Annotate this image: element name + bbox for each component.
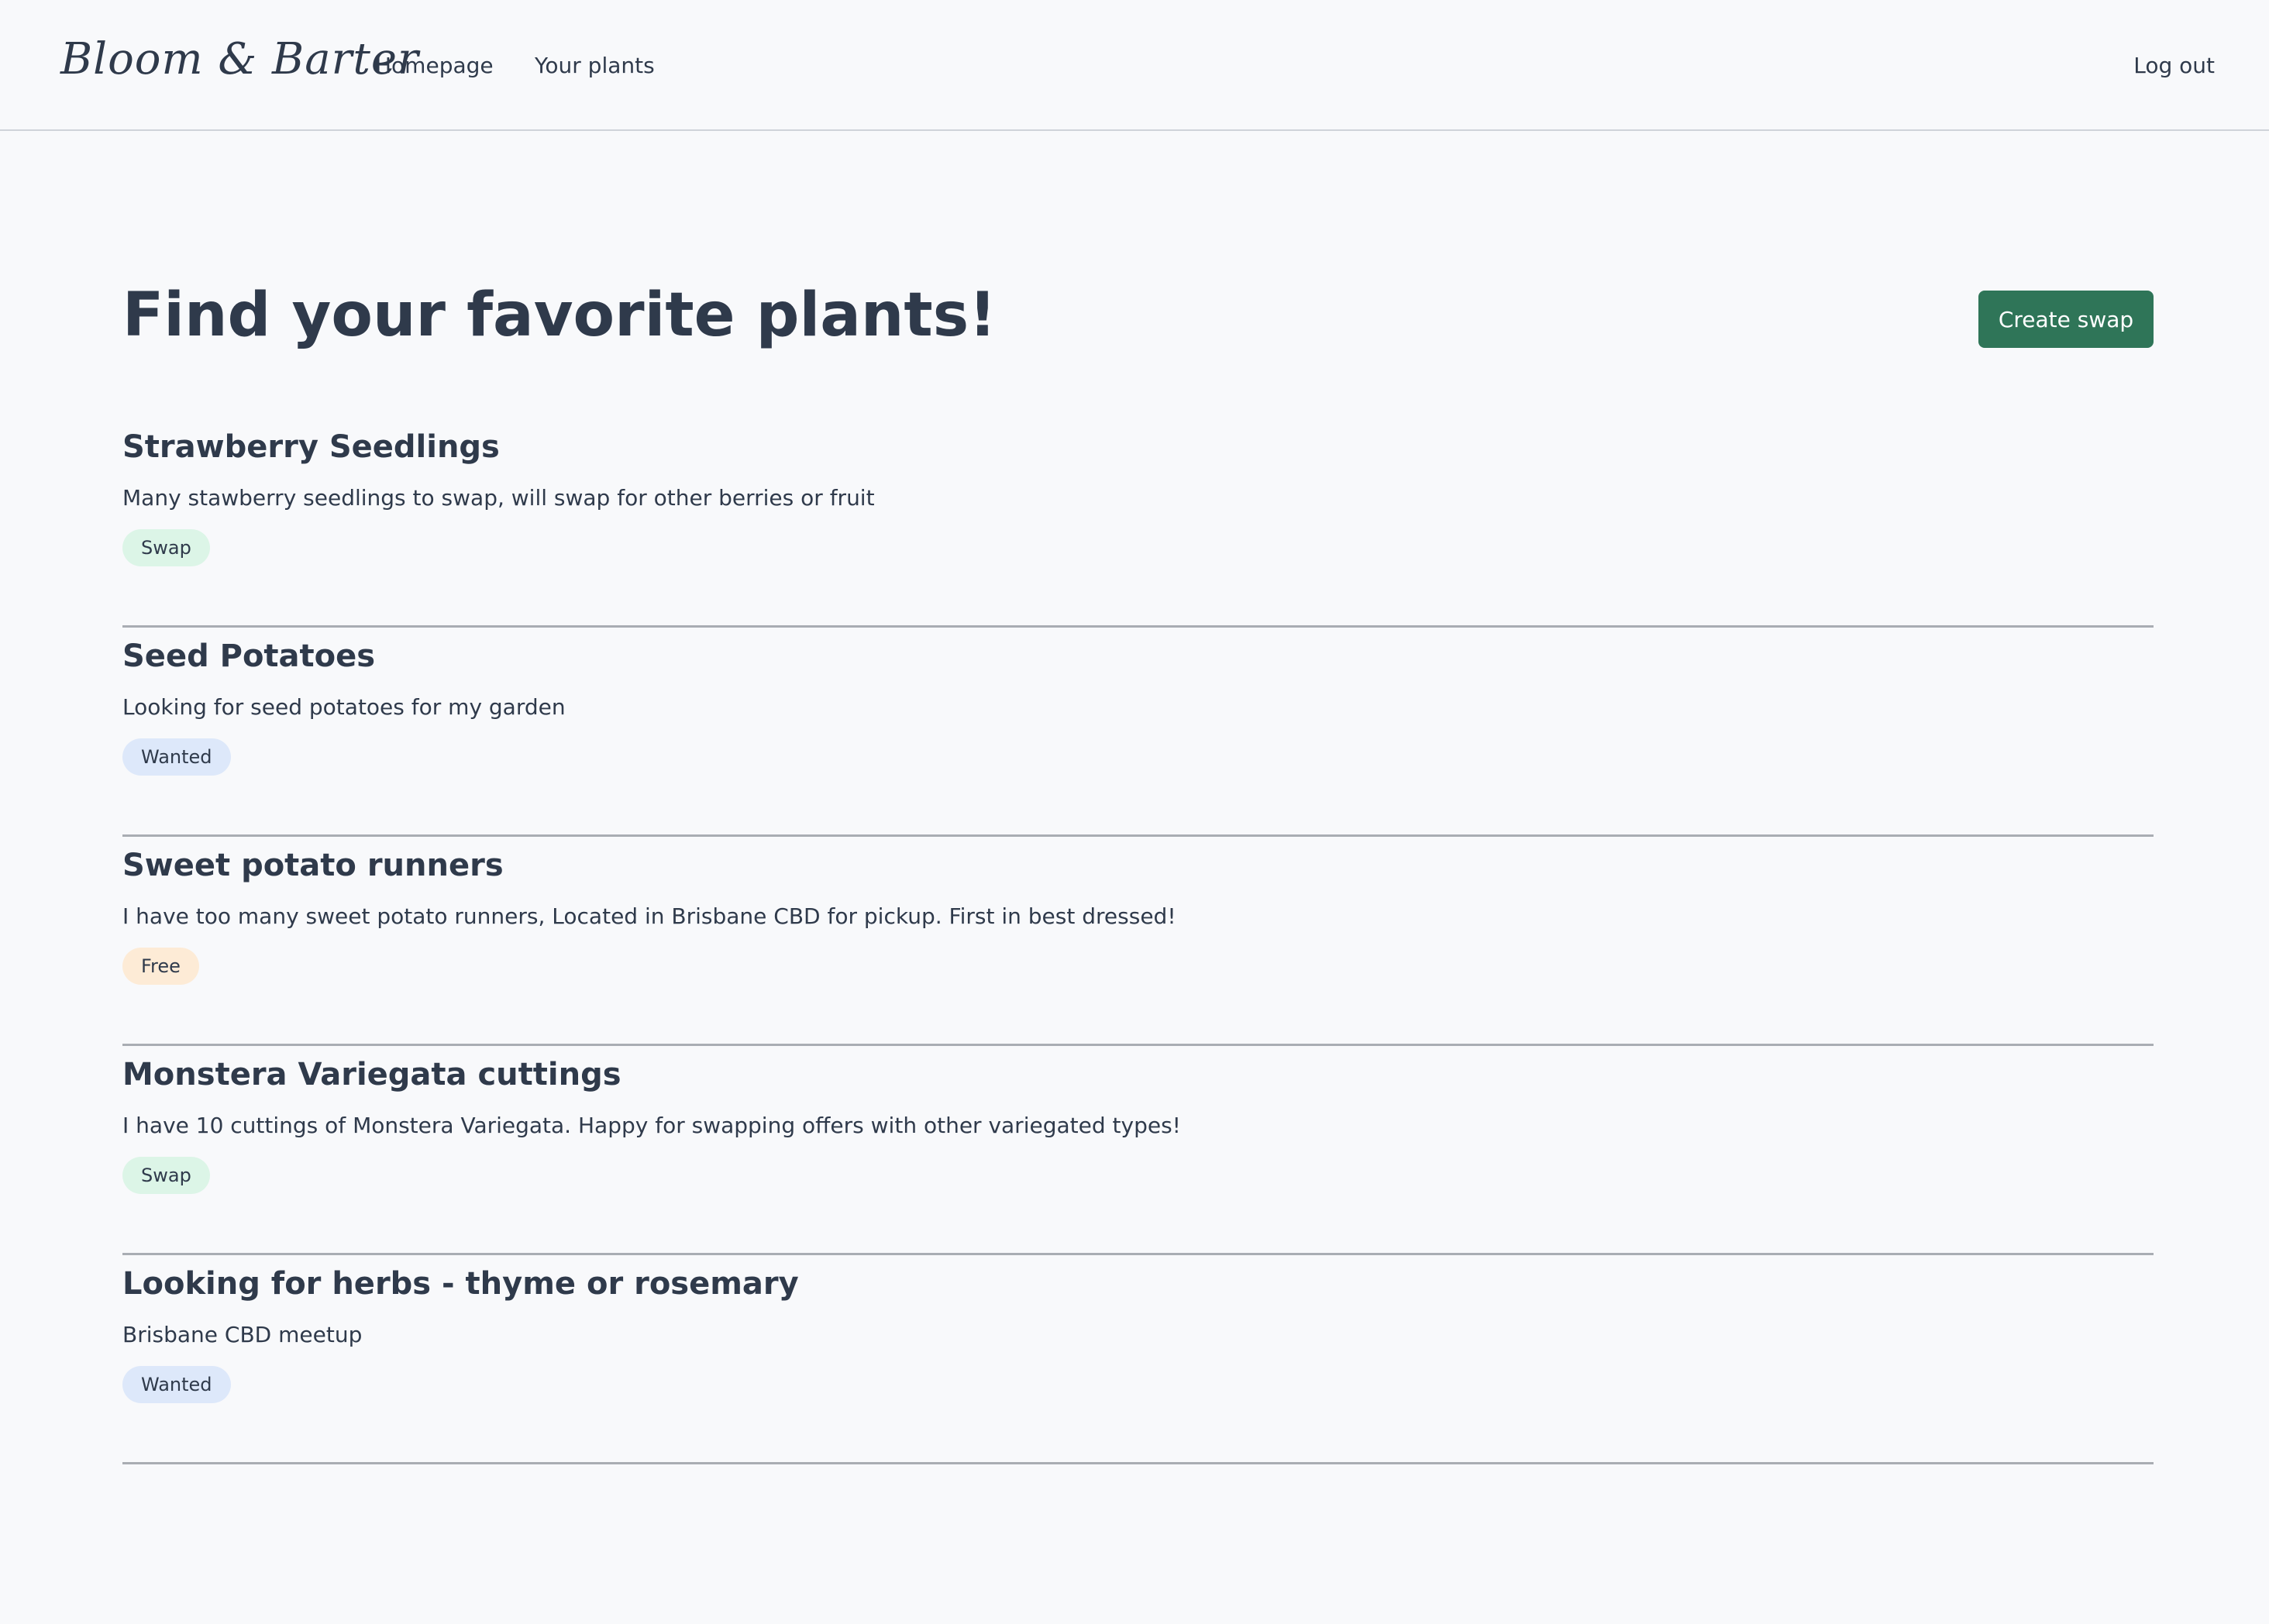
listing-tag-badge: Swap [122, 529, 210, 566]
listing-item[interactable]: Looking for herbs - thyme or rosemary Br… [122, 1255, 2154, 1464]
listing-item[interactable]: Sweet potato runners I have too many swe… [122, 837, 2154, 1046]
page-title: Find your favorite plants! [122, 280, 997, 350]
listing-tag-badge: Wanted [122, 1366, 231, 1403]
top-navbar: Bloom & Barter Homepage Your plants Log … [0, 0, 2269, 131]
listing-title[interactable]: Strawberry Seedlings [122, 429, 500, 465]
listing-tag-badge: Free [122, 948, 199, 985]
listing-description: Brisbane CBD meetup [122, 1322, 363, 1347]
listing-description: I have too many sweet potato runners, Lo… [122, 903, 1176, 929]
nav-homepage-link[interactable]: Homepage [375, 53, 494, 78]
listing-title[interactable]: Looking for herbs - thyme or rosemary [122, 1266, 799, 1302]
nav-your-plants-link[interactable]: Your plants [535, 53, 655, 78]
listing-item[interactable]: Strawberry Seedlings Many stawberry seed… [122, 418, 2154, 628]
listing-description: I have 10 cuttings of Monstera Variegata… [122, 1113, 1181, 1138]
create-swap-button[interactable]: Create swap [1978, 291, 2154, 348]
listing-item[interactable]: Monstera Variegata cuttings I have 10 cu… [122, 1046, 2154, 1255]
listing-tag-badge: Swap [122, 1157, 210, 1194]
brand-logo[interactable]: Bloom & Barter [60, 34, 419, 84]
listing-item[interactable]: Seed Potatoes Looking for seed potatoes … [122, 628, 2154, 837]
listing-title[interactable]: Sweet potato runners [122, 848, 504, 883]
listing-description: Many stawberry seedlings to swap, will s… [122, 485, 875, 511]
listing-title[interactable]: Monstera Variegata cuttings [122, 1057, 621, 1092]
listing-description: Looking for seed potatoes for my garden [122, 694, 566, 720]
listing-tag-badge: Wanted [122, 738, 231, 776]
listing-list: Strawberry Seedlings Many stawberry seed… [122, 418, 2154, 1464]
logout-link[interactable]: Log out [2133, 53, 2215, 78]
listing-title[interactable]: Seed Potatoes [122, 638, 375, 674]
